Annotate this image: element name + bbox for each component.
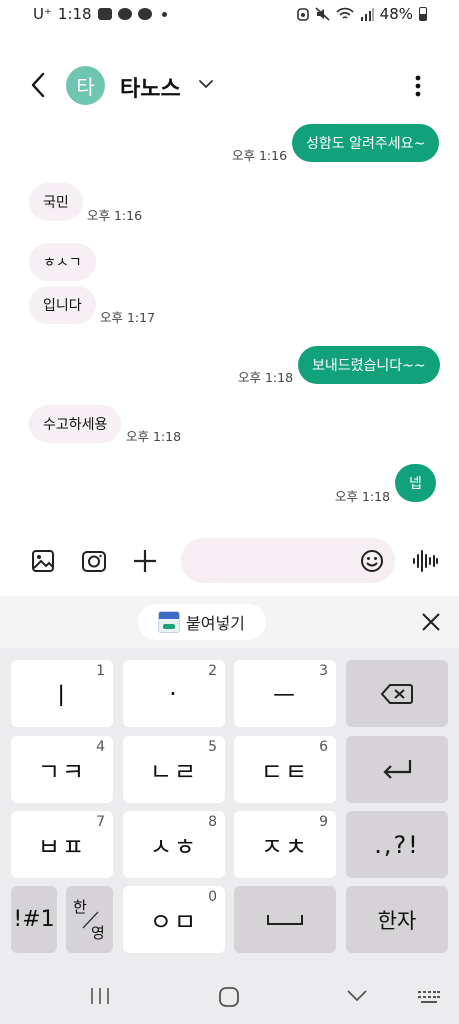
paste-button[interactable]: 붙여넣기 (138, 604, 266, 640)
paste-label: 붙여넣기 (186, 614, 245, 633)
recent-apps-icon[interactable] (88, 986, 112, 1006)
message-bubble-sent[interactable]: 성함도 알려주세요~ (292, 124, 440, 162)
key-label: · (169, 679, 179, 708)
chevron-down-icon[interactable] (198, 78, 214, 90)
home-icon[interactable] (218, 986, 240, 1008)
key-number: 5 (208, 739, 217, 755)
message-bubble-sent[interactable]: 보내드렸습니다~~ (298, 346, 440, 384)
status-left: U⁺ 1:18 (33, 5, 167, 23)
add-icon[interactable] (130, 546, 160, 576)
key-label: ㅇㅁ (149, 908, 199, 936)
enter-icon (383, 759, 412, 779)
key-label: ㄷㅌ (260, 758, 310, 786)
hide-keyboard-chevron-icon[interactable] (345, 988, 369, 1004)
status-right: 48% (296, 5, 427, 23)
key-number: 0 (208, 889, 217, 905)
key-label: ㅡ (272, 682, 298, 710)
key-n-r[interactable]: ㄴㄹ 5 (123, 736, 225, 803)
key-number: 2 (208, 663, 217, 679)
key-dot-vowel[interactable]: · 2 (123, 660, 225, 727)
key-g-k[interactable]: ㄱㅋ 4 (11, 736, 113, 803)
key-number: 7 (96, 814, 105, 830)
key-number: 3 (319, 663, 328, 679)
keyboard: ㅣ 1 · 2 ㅡ 3 ㄱㅋ 4 ㄴㄹ 5 ㄷㅌ 6 ㅂㅍ 7 ㅅㅎ 8 ㅈㅊ … (0, 648, 459, 960)
key-label: ㅂㅍ (37, 833, 87, 861)
key-label: ㄱㅋ (37, 758, 87, 786)
battery-percent: 48% (379, 5, 413, 23)
more-notifications-icon (161, 11, 167, 17)
message-notification-icon (117, 8, 132, 20)
backspace-key[interactable] (346, 660, 448, 727)
chat-header: 타 타노스 (0, 62, 459, 108)
gallery-notification-icon (97, 8, 112, 20)
enter-key[interactable] (346, 736, 448, 803)
close-icon[interactable] (418, 609, 444, 635)
key-label: ㅅㅎ (149, 833, 199, 861)
key-label: ㅈㅊ (260, 833, 310, 861)
message-time: 오후 1:17 (100, 310, 156, 325)
clipboard-image-thumbnail (158, 611, 180, 633)
voice-input-icon[interactable] (410, 546, 440, 576)
message-time: 오후 1:16 (232, 148, 288, 163)
key-label: ㄴㄹ (149, 758, 199, 786)
more-options-icon[interactable] (408, 72, 428, 100)
space-icon (267, 914, 303, 925)
keyboard-switch-icon[interactable] (417, 990, 441, 1004)
clipboard-toolbar: 붙여넣기 (0, 596, 459, 648)
key-label: ㅣ (49, 682, 75, 710)
space-key[interactable] (234, 886, 336, 953)
key-s-h[interactable]: ㅅㅎ 8 (123, 811, 225, 878)
alarm-icon (296, 8, 309, 21)
clock: 1:18 (57, 5, 92, 23)
symbols-label: !#1 (13, 907, 55, 932)
wifi-icon (336, 7, 354, 19)
message-bubble-sent[interactable]: 넵 (395, 464, 436, 502)
message-bubble-received[interactable]: 수고하세용 (29, 405, 122, 443)
key-i-vowel[interactable]: ㅣ 1 (11, 660, 113, 727)
navigation-bar (0, 960, 459, 1024)
battery-icon (419, 7, 427, 21)
contact-name[interactable]: 타노스 (120, 71, 181, 103)
emoji-icon[interactable] (357, 546, 387, 576)
key-eu-vowel[interactable]: ㅡ 3 (234, 660, 336, 727)
message-bubble-received[interactable]: ㅎㅅㄱ (29, 243, 96, 281)
key-b-p[interactable]: ㅂㅍ 7 (11, 811, 113, 878)
key-number: 4 (96, 739, 105, 755)
punctuation-key[interactable]: .,?! (346, 811, 448, 878)
signal-icon (360, 8, 374, 21)
avatar-initial: 타 (76, 75, 95, 99)
language-switch-key[interactable]: 한 영 (66, 886, 113, 953)
back-arrow-icon[interactable] (26, 70, 50, 100)
key-ng-m[interactable]: ㅇㅁ 0 (123, 886, 225, 953)
mute-icon (315, 7, 330, 21)
hanja-key[interactable]: 한자 (346, 886, 448, 953)
key-d-t[interactable]: ㄷㅌ 6 (234, 736, 336, 803)
lang-english-label: 영 (91, 924, 105, 942)
hanja-label: 한자 (377, 908, 417, 933)
message-bubble-received[interactable]: 국민 (29, 183, 83, 221)
message-time: 오후 1:18 (126, 429, 182, 444)
punctuation-label: .,?! (374, 830, 420, 859)
message-bubble-received[interactable]: 입니다 (29, 286, 96, 324)
gallery-icon[interactable] (28, 546, 58, 576)
symbols-key[interactable]: !#1 (11, 886, 57, 953)
backspace-icon (380, 683, 413, 704)
key-number: 6 (319, 739, 328, 755)
avatar[interactable]: 타 (66, 66, 105, 105)
message-time: 오후 1:18 (335, 489, 391, 504)
message-time: 오후 1:16 (87, 208, 143, 223)
camera-icon[interactable] (79, 546, 109, 576)
talk-notification-icon (137, 8, 152, 20)
key-j-ch[interactable]: ㅈㅊ 9 (234, 811, 336, 878)
message-time: 오후 1:18 (238, 370, 294, 385)
carrier-label: U⁺ (33, 5, 52, 23)
key-number: 1 (96, 663, 105, 679)
key-number: 9 (319, 814, 328, 830)
status-bar: U⁺ 1:18 48% (0, 0, 459, 30)
key-number: 8 (208, 814, 217, 830)
